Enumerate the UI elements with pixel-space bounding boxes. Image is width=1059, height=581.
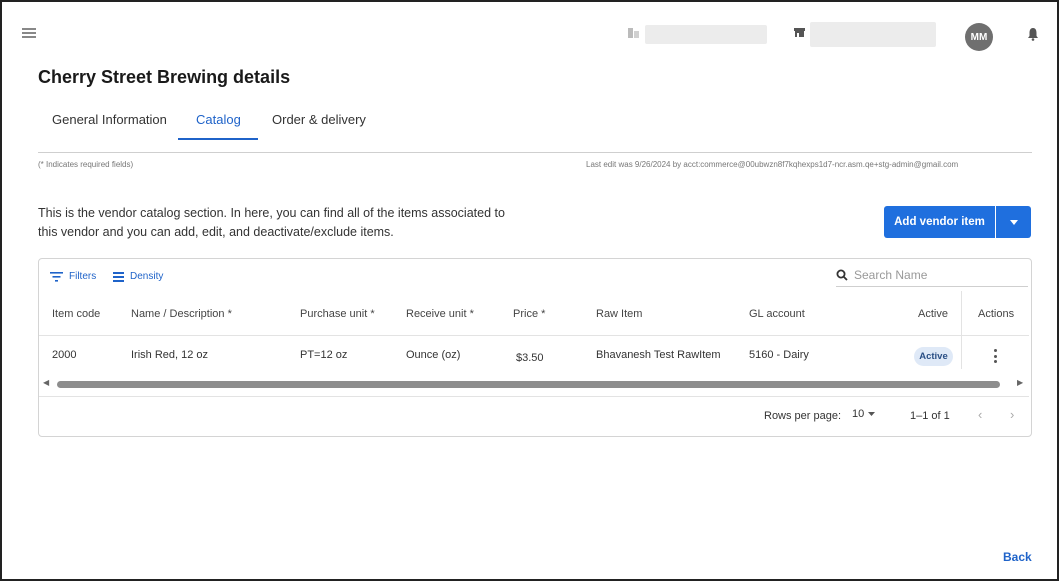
column-header-active[interactable]: Active [918,308,948,320]
header-divider [39,335,1029,336]
status-badge: Active [914,347,953,366]
column-header-receive-unit[interactable]: Receive unit * [406,308,474,320]
column-header-name[interactable]: Name / Description * [131,308,232,320]
back-link[interactable]: Back [1003,550,1032,564]
rows-per-page-value: 10 [852,408,865,420]
tab-catalog[interactable]: Catalog [196,112,241,127]
cell-purchase-unit: PT=12 oz [300,349,348,361]
scroll-left-icon[interactable]: ◀ [43,378,49,387]
rows-per-page-select[interactable]: 10 [852,408,876,420]
cell-name: Irish Red, 12 oz [131,349,209,361]
search-field[interactable] [836,264,1028,287]
previous-page-icon[interactable]: ‹ [978,407,982,422]
tab-order-delivery[interactable]: Order & delivery [272,112,366,127]
search-input[interactable] [852,267,1016,283]
store-icon [793,26,807,40]
bell-icon[interactable] [1027,27,1039,41]
column-header-raw-item[interactable]: Raw Item [596,308,642,320]
menu-icon[interactable] [22,28,36,38]
scroll-right-icon[interactable]: ▶ [1017,378,1023,387]
footer-divider [39,396,1029,397]
column-header-gl-account[interactable]: GL account [749,308,805,320]
cell-item-code: 2000 [52,349,77,361]
cell-raw-item: Bhavanesh Test RawItem [596,349,721,361]
cell-price: $3.50 [516,352,544,364]
density-button[interactable]: Density [113,271,163,282]
search-icon [836,269,848,281]
column-header-item-code[interactable]: Item code [52,308,100,320]
last-edit-note: Last edit was 9/26/2024 by acct:commerce… [586,160,959,169]
pagination-range: 1–1 of 1 [910,410,950,422]
column-header-price[interactable]: Price * [513,308,545,320]
horizontal-scrollbar[interactable]: ◀ ▶ [39,378,1029,390]
active-tab-indicator [178,138,258,140]
cell-receive-unit: Ounce (oz) [406,349,461,361]
filter-icon [50,271,63,282]
location-selector[interactable] [645,25,767,44]
add-vendor-item-button[interactable]: Add vendor item [884,206,995,238]
column-header-actions: Actions [978,308,1015,320]
filters-label: Filters [69,271,97,282]
scrollbar-thumb[interactable] [57,381,1000,388]
tab-general-information[interactable]: General Information [52,112,167,127]
tabs-divider [38,152,1032,153]
column-header-purchase-unit[interactable]: Purchase unit * [300,308,375,320]
avatar[interactable]: MM [965,23,993,51]
catalog-description: This is the vendor catalog section. In h… [38,206,505,239]
row-actions-menu-icon[interactable] [990,347,1000,365]
density-label: Density [130,271,164,282]
actions-column-divider [961,291,962,369]
cell-gl-account: 5160 - Dairy [749,349,809,361]
next-page-icon[interactable]: › [1010,407,1014,422]
page-title: Cherry Street Brewing details [38,67,291,87]
add-vendor-item-dropdown[interactable] [996,206,1031,238]
required-fields-note: (* Indicates required fields) [38,160,134,169]
building-icon [627,26,641,40]
chevron-down-icon [1009,219,1018,225]
density-icon [113,271,124,282]
store-selector[interactable] [810,22,936,47]
chevron-down-icon [868,412,876,416]
rows-per-page-label: Rows per page: [764,410,842,422]
filters-button[interactable]: Filters [50,271,96,282]
